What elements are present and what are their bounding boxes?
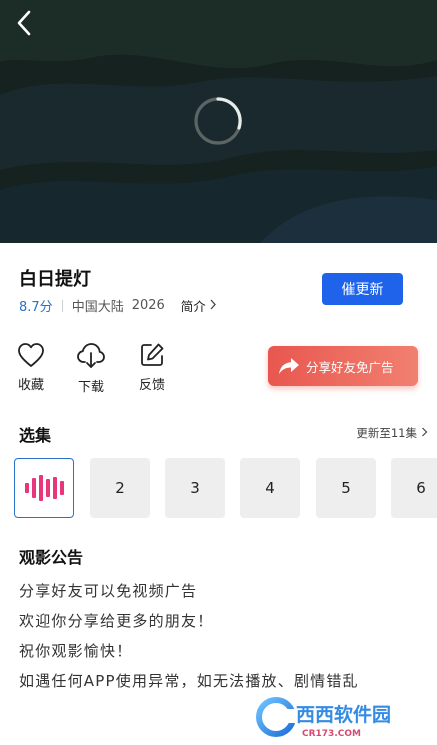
- notice-title: 观影公告: [19, 548, 84, 567]
- heart-icon: [18, 343, 44, 367]
- show-region: 中国大陆: [71, 300, 124, 315]
- chevron-left-icon: [17, 10, 31, 36]
- intro-label: 简介: [180, 299, 206, 314]
- notice-line: 祝你观影愉快！: [19, 642, 133, 660]
- download-cloud-icon: [77, 343, 105, 368]
- episodes-update-status: 更新至11集: [356, 426, 417, 440]
- episode-item[interactable]: 4: [240, 458, 300, 518]
- share-label: 分享好友免广告: [306, 359, 394, 375]
- site-watermark-logo: 西西软件园 CR173.COM: [256, 697, 391, 739]
- episode-item[interactable]: 3: [165, 458, 225, 518]
- show-score: 8.7分: [19, 300, 53, 315]
- back-button[interactable]: [10, 8, 40, 38]
- download-button[interactable]: 下载: [71, 342, 111, 395]
- episode-item[interactable]: 6: [391, 458, 437, 518]
- favorite-button[interactable]: 收藏: [11, 342, 51, 393]
- show-meta: 8.7分 中国大陆 2026 简介: [19, 296, 217, 315]
- playing-equalizer-icon: [24, 475, 64, 501]
- notice-line: 欢迎你分享给更多的朋友！: [19, 612, 214, 630]
- notice-line: 分享好友可以免视频广告: [19, 582, 198, 600]
- episodes-title: 选集: [19, 426, 52, 445]
- feedback-button[interactable]: 反馈: [132, 342, 172, 393]
- chevron-right-icon: [421, 426, 428, 440]
- share-arrow-icon: [279, 358, 299, 374]
- episode-item-playing[interactable]: [14, 458, 74, 518]
- episode-item[interactable]: 2: [90, 458, 150, 518]
- svg-text:CR173.COM: CR173.COM: [302, 729, 361, 739]
- favorite-label: 收藏: [17, 378, 44, 393]
- feedback-label: 反馈: [138, 378, 165, 393]
- svg-text:西西软件园: 西西软件园: [296, 703, 391, 726]
- episodes-more-link[interactable]: 更新至11集: [356, 425, 428, 441]
- intro-link[interactable]: 简介: [181, 296, 217, 315]
- loading-spinner-icon: [194, 97, 242, 145]
- share-friends-button[interactable]: 分享好友免广告: [268, 346, 418, 386]
- show-year: 2026: [131, 298, 165, 313]
- episode-item[interactable]: 5: [316, 458, 376, 518]
- edit-feedback-icon: [141, 343, 164, 366]
- download-label: 下载: [77, 380, 104, 395]
- request-update-button[interactable]: 催更新: [322, 273, 403, 305]
- chevron-right-icon: [209, 299, 217, 313]
- video-player[interactable]: [0, 0, 437, 243]
- show-title: 白日提灯: [19, 269, 91, 290]
- notice-line: 如遇任何APP使用异常，如无法播放、剧情错乱: [19, 672, 359, 690]
- meta-divider: [61, 299, 63, 312]
